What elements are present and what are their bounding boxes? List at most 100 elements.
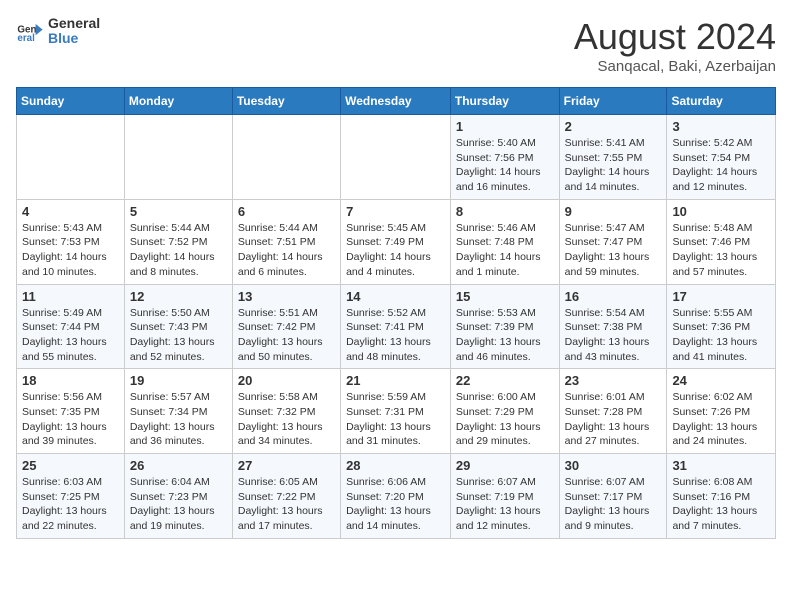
- calendar-cell: 12 Sunrise: 5:50 AM Sunset: 7:43 PM Dayli…: [124, 284, 232, 369]
- calendar-week-row: 4 Sunrise: 5:43 AM Sunset: 7:53 PM Daylig…: [17, 199, 776, 284]
- weekday-header: Friday: [559, 88, 667, 115]
- svg-text:eral: eral: [17, 33, 35, 44]
- day-number: 8: [456, 204, 554, 219]
- calendar-cell: [341, 115, 451, 200]
- calendar-cell: 26Sunrise: 6:04 AM Sunset: 7:23 PM Dayli…: [124, 454, 232, 539]
- logo-general: General: [48, 16, 100, 31]
- title-area: August 2024 Sanqacal, Baki, Azerbaijan: [574, 16, 776, 75]
- weekday-header: Saturday: [667, 88, 776, 115]
- cell-content: Sunrise: 6:01 AM Sunset: 7:28 PM Dayligh…: [565, 390, 662, 449]
- day-number: 27: [238, 458, 335, 473]
- calendar-cell: 11 Sunrise: 5:49 AM Sunset: 7:44 PM Dayli…: [17, 284, 125, 369]
- day-number: 14: [346, 289, 445, 304]
- cell-content: Sunrise: 5:41 AM Sunset: 7:55 PM Dayligh…: [565, 136, 662, 195]
- cell-content: Sunrise: 5:48 AM Sunset: 7:46 PM Dayligh…: [672, 221, 770, 280]
- cell-content: Sunrise: 5:40 AM Sunset: 7:56 PM Dayligh…: [456, 136, 554, 195]
- logo-blue: Blue: [48, 31, 100, 46]
- calendar-table: SundayMondayTuesdayWednesdayThursdayFrid…: [16, 87, 776, 539]
- day-number: 9: [565, 204, 662, 219]
- weekday-header: Monday: [124, 88, 232, 115]
- calendar-cell: 22 Sunrise: 6:00 AM Sunset: 7:29 PM Dayli…: [450, 369, 559, 454]
- day-number: 29: [456, 458, 554, 473]
- day-number: 16: [565, 289, 662, 304]
- calendar-week-row: 11 Sunrise: 5:49 AM Sunset: 7:44 PM Dayli…: [17, 284, 776, 369]
- logo: Gen eral General Blue: [16, 16, 100, 47]
- calendar-cell: 16 Sunrise: 5:54 AM Sunset: 7:38 PM Dayli…: [559, 284, 667, 369]
- cell-content: Sunrise: 5:46 AM Sunset: 7:48 PM Dayligh…: [456, 221, 554, 280]
- cell-content: Sunrise: 5:42 AM Sunset: 7:54 PM Dayligh…: [672, 136, 770, 195]
- calendar-cell: 29 Sunrise: 6:07 AM Sunset: 7:19 PM Dayli…: [450, 454, 559, 539]
- page-header: Gen eral General Blue August 2024 Sanqac…: [16, 16, 776, 75]
- day-number: 25: [22, 458, 119, 473]
- day-number: 21: [346, 373, 445, 388]
- cell-content: Sunrise: 5:59 AM Sunset: 7:31 PM Dayligh…: [346, 390, 445, 449]
- calendar-cell: 8 Sunrise: 5:46 AM Sunset: 7:48 PM Daylig…: [450, 199, 559, 284]
- cell-content: Sunrise: 5:53 AM Sunset: 7:39 PM Dayligh…: [456, 306, 554, 365]
- calendar-week-row: 18 Sunrise: 5:56 AM Sunset: 7:35 PM Dayli…: [17, 369, 776, 454]
- cell-content: Sunrise: 5:50 AM Sunset: 7:43 PM Dayligh…: [130, 306, 227, 365]
- calendar-cell: 5 Sunrise: 5:44 AM Sunset: 7:52 PM Daylig…: [124, 199, 232, 284]
- weekday-header: Tuesday: [232, 88, 340, 115]
- calendar-cell: 24 Sunrise: 6:02 AM Sunset: 7:26 PM Dayli…: [667, 369, 776, 454]
- cell-content: Sunrise: 5:51 AM Sunset: 7:42 PM Dayligh…: [238, 306, 335, 365]
- cell-content: Sunrise: 6:03 AM Sunset: 7:25 PM Dayligh…: [22, 475, 119, 534]
- cell-content: Sunrise: 5:57 AM Sunset: 7:34 PM Dayligh…: [130, 390, 227, 449]
- cell-content: Sunrise: 5:56 AM Sunset: 7:35 PM Dayligh…: [22, 390, 119, 449]
- cell-content: Sunrise: 6:06 AM Sunset: 7:20 PM Dayligh…: [346, 475, 445, 534]
- cell-content: Sunrise: 5:55 AM Sunset: 7:36 PM Dayligh…: [672, 306, 770, 365]
- day-number: 30: [565, 458, 662, 473]
- day-number: 11: [22, 289, 119, 304]
- day-number: 4: [22, 204, 119, 219]
- month-year: August 2024: [574, 16, 776, 58]
- day-number: 28: [346, 458, 445, 473]
- calendar-cell: 31 Sunrise: 6:08 AM Sunset: 7:16 PM Dayli…: [667, 454, 776, 539]
- day-number: 18: [22, 373, 119, 388]
- calendar-cell: 21 Sunrise: 5:59 AM Sunset: 7:31 PM Dayli…: [341, 369, 451, 454]
- day-number: 20: [238, 373, 335, 388]
- weekday-header: Wednesday: [341, 88, 451, 115]
- location: Sanqacal, Baki, Azerbaijan: [574, 58, 776, 75]
- cell-content: Sunrise: 5:52 AM Sunset: 7:41 PM Dayligh…: [346, 306, 445, 365]
- calendar-cell: 27 Sunrise: 6:05 AM Sunset: 7:22 PM Dayli…: [232, 454, 340, 539]
- cell-content: Sunrise: 5:58 AM Sunset: 7:32 PM Dayligh…: [238, 390, 335, 449]
- calendar-cell: 18 Sunrise: 5:56 AM Sunset: 7:35 PM Dayli…: [17, 369, 125, 454]
- logo-icon: Gen eral: [16, 17, 44, 45]
- weekday-header: Sunday: [17, 88, 125, 115]
- calendar-cell: 2 Sunrise: 5:41 AM Sunset: 7:55 PM Daylig…: [559, 115, 667, 200]
- cell-content: Sunrise: 5:49 AM Sunset: 7:44 PM Dayligh…: [22, 306, 119, 365]
- cell-content: Sunrise: 5:43 AM Sunset: 7:53 PM Dayligh…: [22, 221, 119, 280]
- cell-content: Sunrise: 6:07 AM Sunset: 7:17 PM Dayligh…: [565, 475, 662, 534]
- cell-content: Sunrise: 6:08 AM Sunset: 7:16 PM Dayligh…: [672, 475, 770, 534]
- cell-content: Sunrise: 5:54 AM Sunset: 7:38 PM Dayligh…: [565, 306, 662, 365]
- day-number: 2: [565, 119, 662, 134]
- day-number: 19: [130, 373, 227, 388]
- cell-content: Sunrise: 6:05 AM Sunset: 7:22 PM Dayligh…: [238, 475, 335, 534]
- day-number: 7: [346, 204, 445, 219]
- logo-text: General Blue: [48, 16, 100, 47]
- calendar-cell: 28 Sunrise: 6:06 AM Sunset: 7:20 PM Dayli…: [341, 454, 451, 539]
- cell-content: Sunrise: 6:00 AM Sunset: 7:29 PM Dayligh…: [456, 390, 554, 449]
- calendar-cell: 30 Sunrise: 6:07 AM Sunset: 7:17 PM Dayli…: [559, 454, 667, 539]
- day-number: 5: [130, 204, 227, 219]
- calendar-cell: 7Sunrise: 5:45 AM Sunset: 7:49 PM Daylig…: [341, 199, 451, 284]
- calendar-cell: [17, 115, 125, 200]
- calendar-cell: 1 Sunrise: 5:40 AM Sunset: 7:56 PM Daylig…: [450, 115, 559, 200]
- calendar-cell: [232, 115, 340, 200]
- cell-content: Sunrise: 6:07 AM Sunset: 7:19 PM Dayligh…: [456, 475, 554, 534]
- day-number: 22: [456, 373, 554, 388]
- day-number: 31: [672, 458, 770, 473]
- calendar-cell: 15Sunrise: 5:53 AM Sunset: 7:39 PM Dayli…: [450, 284, 559, 369]
- day-number: 24: [672, 373, 770, 388]
- cell-content: Sunrise: 5:44 AM Sunset: 7:51 PM Dayligh…: [238, 221, 335, 280]
- day-number: 10: [672, 204, 770, 219]
- day-number: 23: [565, 373, 662, 388]
- calendar-week-row: 25 Sunrise: 6:03 AM Sunset: 7:25 PM Dayli…: [17, 454, 776, 539]
- calendar-cell: 19 Sunrise: 5:57 AM Sunset: 7:34 PM Dayli…: [124, 369, 232, 454]
- calendar-cell: 10 Sunrise: 5:48 AM Sunset: 7:46 PM Dayli…: [667, 199, 776, 284]
- cell-content: Sunrise: 5:47 AM Sunset: 7:47 PM Dayligh…: [565, 221, 662, 280]
- calendar-cell: 4 Sunrise: 5:43 AM Sunset: 7:53 PM Daylig…: [17, 199, 125, 284]
- cell-content: Sunrise: 5:44 AM Sunset: 7:52 PM Dayligh…: [130, 221, 227, 280]
- day-number: 1: [456, 119, 554, 134]
- day-number: 12: [130, 289, 227, 304]
- cell-content: Sunrise: 6:02 AM Sunset: 7:26 PM Dayligh…: [672, 390, 770, 449]
